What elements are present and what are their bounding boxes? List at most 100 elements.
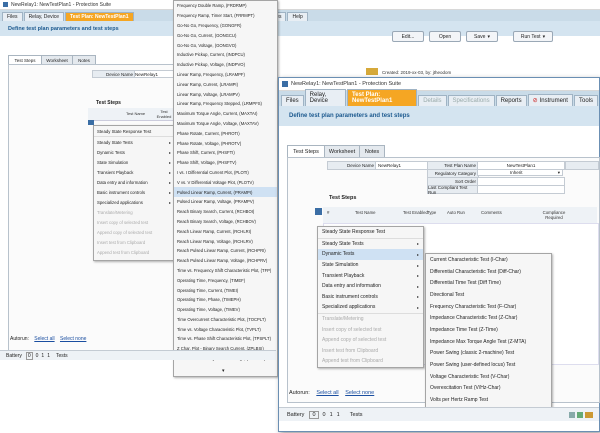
test-type-item-linear-ramp-current-lrampi[interactable]: Linear Ramp, Current, (LRAMPI) [174,79,277,89]
back-menu-item-transient-playback[interactable]: Transient Playback ▸ [94,167,174,177]
front-tab-relay-device[interactable]: Relay, Device [304,89,347,106]
run-test-button[interactable]: Run Test ▾ [513,31,553,42]
dynamic-test-item-overexcitation-test-v-hz-char[interactable]: Overexcitation Test (V/Hz-Char) [426,383,551,395]
back-tab-help[interactable]: Help [287,12,308,21]
front-regulatory-select[interactable]: Inherit ▾ [477,169,563,176]
dynamic-test-item-impedance-time-test-z-time[interactable]: Impedance Time Test (Z-Time) [426,324,551,336]
front-tab-files[interactable]: Files [281,95,304,106]
back-menu-item-basic-instrument-controls[interactable]: Basic instrument controls ▸ [94,187,174,197]
front-select-none-link[interactable]: Select none [345,390,374,396]
test-type-item-maximum-torque-angle-voltage-maxtav[interactable]: Maximum Torque Angle, Voltage, (MAXTAV) [174,119,277,129]
front-page-3[interactable]: 1 [337,412,340,418]
toolbar-icon-a[interactable] [569,411,575,418]
back-menu-item-state-simulation[interactable]: State Simulation ▸ [94,157,174,167]
back-menu-item-specialized-applications[interactable]: Specialized applications ▸ [94,197,174,207]
back-page-2[interactable]: 1 [41,353,44,359]
dynamic-test-item-voltage-characteristic-test-v-char[interactable]: Voltage Characteristic Test (V-Char) [426,371,551,383]
dynamic-test-item-impedance-characteristic-test-z-char[interactable]: Impedance Characteristic Test (Z-Char) [426,312,551,324]
test-type-item-v-vs-v-differential-voltage-plot-plotv[interactable]: V vs. V Differential Voltage Plot, (PLOT… [174,177,277,187]
front-select-all-link[interactable]: Select all [316,390,338,396]
front-col-compliance-required[interactable]: Compliance Required [537,210,571,220]
test-type-item-operating-time-voltage-timev[interactable]: Operating Time, Voltage, (TIMEV) [174,305,277,315]
dynamic-test-item-differential-characteristic-test-diff-char[interactable]: Differential Characteristic Test (Diff-C… [426,266,551,278]
test-type-item-go-no-go-voltage-gongvo[interactable]: Go-No Go, Voltage, (GONGVO) [174,40,277,50]
back-menu-item-steady-state-tests[interactable]: Steady State Tests ▸ [94,137,174,147]
back-tab-test-plan[interactable]: Test Plan: NewTestPlan1 [65,12,134,21]
test-type-item-operating-time-frequency-timef[interactable]: Operating Time, Frequency, (TIMEF) [174,275,277,285]
test-type-item-time-overcurrent-characteristic-plot-tocplt[interactable]: Time Overcurrent Characteristic Plot, (T… [174,315,277,325]
front-col-auto-run[interactable]: Auto Run [447,210,465,215]
front-menu-item-steady-state-tests[interactable]: Steady State Tests ▸ [318,239,423,250]
front-menu-item-state-simulation[interactable]: State Simulation ▸ [318,260,423,271]
test-type-item-time-vs-phase-shift-characteristic-plot-tpsplt[interactable]: Time vs. Phase Shift Characteristic Plot… [174,334,277,344]
test-type-item-go-no-go-frequency-gongfr[interactable]: Go-No Go, Frequency, (GONGFR) [174,21,277,31]
back-menu-item-dynamic-tests[interactable]: Dynamic Tests ▸ [94,147,174,157]
front-tab-instrument[interactable]: ⊘ Instrument [527,94,573,106]
test-type-item-frequency-double-ramp-frdrmp[interactable]: Frequency Double Ramp, (FRDRMP) [174,1,277,11]
test-type-item-frequency-ramp-timer-start-frrmpt[interactable]: Frequency Ramp, Timer Start, (FRRMPT) [174,11,277,21]
test-type-item-reach-binary-search-voltage-rchbov[interactable]: Reach Binary Search, Voltage, (RCHBOV) [174,217,277,227]
test-type-item-inductive-pickup-voltage-indpvo[interactable]: Inductive Pickup, Voltage, (INDPVO) [174,60,277,70]
front-col-type[interactable]: Type [427,210,436,215]
front-menu-item-transient-playback[interactable]: Transient Playback ▸ [318,270,423,281]
front-menu-item-steady-state-response-test[interactable]: Steady State Response Test [318,227,423,239]
test-type-item-phase-rotate-voltage-phrotv[interactable]: Phase Rotate, Voltage, (PHROTV) [174,138,277,148]
test-type-item-reach-pulsed-linear-ramp-current-rchpri[interactable]: Reach Pulsed Linear Ramp, Current, (RCHP… [174,246,277,256]
front-page-1[interactable]: 0 [323,412,326,418]
back-tab-relay-device[interactable]: Relay, Device [23,12,65,21]
test-type-item-pulsed-linear-ramp-current-prampi[interactable]: Pulsed Linear Ramp, Current, (PRAMPI) [174,187,277,197]
test-type-item-reach-linear-ramp-voltage-rchlrv[interactable]: Reach Linear Ramp, Voltage, (RCHLRV) [174,236,277,246]
front-col-comments[interactable]: Comments [481,210,502,215]
add-step-icon[interactable] [315,208,322,215]
front-menu-item-specialized-applications[interactable]: Specialized applications ▸ [318,302,423,314]
front-menu-item-data-entry-and-information[interactable]: Data entry and information ▸ [318,281,423,292]
front-col-test-name[interactable]: Test Name [355,210,376,215]
front-page-0[interactable]: 0 [309,410,319,419]
front-tab-test-plan-newtestplan1[interactable]: Test Plan: NewTestPlan1 [347,89,418,106]
toolbar-icon-b[interactable] [577,411,583,418]
front-tab-reports[interactable]: Reports [495,95,527,106]
edit-button[interactable]: Edit... [392,31,424,42]
scroll-down-icon[interactable]: ▾ [222,368,225,374]
front-col-test-enabled[interactable]: Test Enabled [403,210,428,215]
test-type-item-operating-time-current-timei[interactable]: Operating Time, Current, (TIMEI) [174,285,277,295]
back-menu-item-data-entry-and-information[interactable]: Data entry and information ▸ [94,177,174,187]
dynamic-test-item-volts-per-hertz-ramp-test[interactable]: Volts per Hertz Ramp Test [426,394,551,406]
save-button[interactable]: Save ▾ [466,31,498,42]
test-type-item-time-vs-voltage-characteristic-plot-tvplt[interactable]: Time vs. Voltage Characteristic Plot, (T… [174,324,277,334]
open-button[interactable]: Open [429,31,461,42]
toolbar-icon-c[interactable] [585,411,593,418]
back-select-all-link[interactable]: Select all [34,336,54,342]
dynamic-test-item-impedance-max-torque-angle-test-z-mta[interactable]: Impedance Max Torque Angle Test (Z-MTA) [426,336,551,348]
test-type-item-operating-time-phase-timeph[interactable]: Operating Time, Phase, (TIMEPH) [174,295,277,305]
test-type-item-reach-linear-ramp-current-rchlri[interactable]: Reach Linear Ramp, Current, (RCHLRI) [174,226,277,236]
test-type-item-linear-ramp-voltage-lrampv[interactable]: Linear Ramp, Voltage, (LRAMPV) [174,89,277,99]
test-type-item-inductive-pickup-current-indpcu[interactable]: Inductive Pickup, Current, (INDPCU) [174,50,277,60]
dynamic-test-item-current-characteristic-test-i-char[interactable]: Current Characteristic Test (I-Char) [426,254,551,266]
back-page-0[interactable]: 0 [25,351,33,360]
test-type-item-go-no-go-current-gongcu[interactable]: Go-No Go, Current, (GONGCU) [174,30,277,40]
dynamic-test-item-power-swing-classic-2-machine-test[interactable]: Power Swing (classic 2-machine) Test [426,348,551,360]
test-type-item-linear-ramp-frequency-lrampf[interactable]: Linear Ramp, Frequency, (LRAMPF) [174,70,277,80]
test-type-item-reach-binary-search-current-rchboi[interactable]: Reach Binary Search, Current, (RCHBOI) [174,207,277,217]
test-type-item-pulsed-linear-ramp-voltage-prampv[interactable]: Pulsed Linear Ramp, Voltage, (PRAMPV) [174,197,277,207]
test-type-item-i-vs-i-differential-current-plot-ploti[interactable]: I vs. I Differential Current Plot, (PLOT… [174,168,277,178]
front-menu-item-dynamic-tests[interactable]: Dynamic Tests ▸ [318,249,423,260]
back-page-1[interactable]: 0 [36,353,39,359]
test-type-item-linear-ramp-frequency-stepped-lrmpfs[interactable]: Linear Ramp, Frequency Stepped, (LRMPFS) [174,99,277,109]
front-tab-tools[interactable]: Tools [573,95,598,106]
test-type-item-phase-rotate-current-phroti[interactable]: Phase Rotate, Current, (PHROTI) [174,128,277,138]
test-type-item-time-vs-frequency-shift-characteristic-plot-tfp[interactable]: Time vs. Frequency Shift Characteristic … [174,266,277,276]
dynamic-test-item-directional-test[interactable]: Directional Test [426,289,551,301]
front-col-[interactable]: # [327,210,329,215]
dynamic-test-item-power-swing-user-defined-locus-test[interactable]: Power Swing (user-defined locus) Test [426,359,551,371]
front-menu-item-basic-instrument-controls[interactable]: Basic instrument controls ▸ [318,292,423,303]
back-page-3[interactable]: 1 [47,353,50,359]
test-type-item-maximum-torque-angle-current-maxtai[interactable]: Maximum Torque Angle, Current, (MAXTAI) [174,109,277,119]
front-page-2[interactable]: 1 [330,412,333,418]
test-type-item-reach-pulsed-linear-ramp-voltage-rchprv[interactable]: Reach Pulsed Linear Ramp, Voltage, (RCHP… [174,256,277,266]
dynamic-test-item-frequency-characteristic-test-f-char[interactable]: Frequency Characteristic Test (F-Char) [426,301,551,313]
test-type-item-phase-shift-current-phsfti[interactable]: Phase Shift, Current, (PHSFTI) [174,148,277,158]
back-menu-item-steady-state-response-test[interactable]: Steady State Response Test [94,126,174,137]
test-type-item-phase-shift-voltage-phsftv[interactable]: Phase Shift, Voltage, (PHSFTV) [174,158,277,168]
